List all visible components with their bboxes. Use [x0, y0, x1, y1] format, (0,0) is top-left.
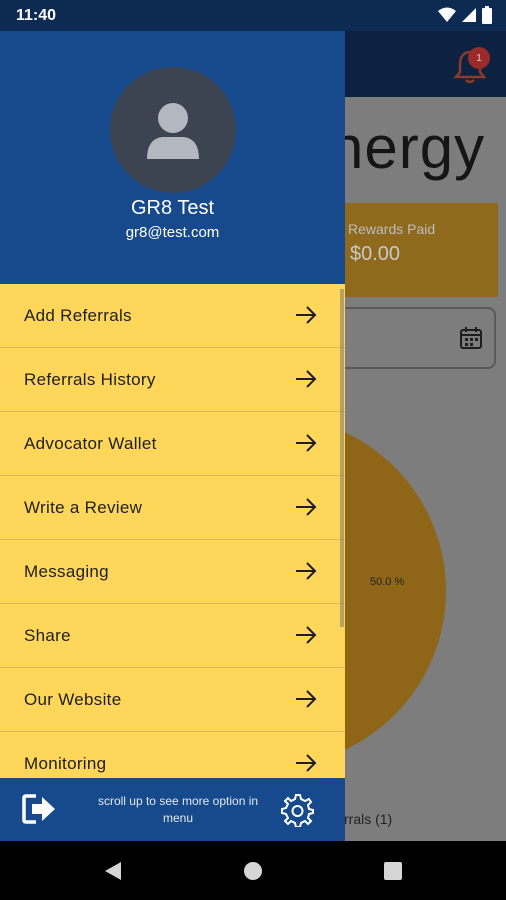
menu-item-label: Messaging	[24, 561, 109, 581]
user-email: gr8@test.com	[125, 224, 220, 241]
drawer-footer: scroll up to see more option in menu	[0, 778, 345, 841]
arrow-right-icon	[296, 690, 317, 708]
system-nav-bar	[0, 841, 506, 900]
menu-item-our-website[interactable]: Our Website	[0, 668, 345, 732]
menu-item-advocator-wallet[interactable]: Advocator Wallet	[0, 412, 345, 476]
scroll-hint: scroll up to see more option in menu	[97, 794, 259, 825]
menu-item-write-review[interactable]: Write a Review	[0, 476, 345, 540]
battery-icon	[482, 6, 492, 24]
menu-scrollbar[interactable]	[340, 289, 344, 627]
recent-apps-icon[interactable]	[384, 862, 402, 880]
calendar-icon[interactable]	[460, 327, 482, 349]
menu-item-label: Monitoring	[24, 753, 107, 773]
rewards-value: $0.00	[350, 243, 401, 265]
menu-item-label: Our Website	[24, 689, 122, 709]
arrow-right-icon	[296, 498, 317, 516]
back-icon[interactable]	[103, 861, 123, 881]
home-icon[interactable]	[244, 862, 262, 880]
arrow-right-icon	[296, 434, 317, 452]
arrow-right-icon	[296, 562, 317, 580]
chart-legend: rrals (1)	[344, 811, 393, 827]
menu-item-add-referrals[interactable]: Add Referrals	[0, 284, 345, 348]
notification-bell[interactable]: 1	[454, 45, 490, 85]
rewards-label: Rewards Paid	[348, 221, 436, 237]
drawer-header: GR8 Test gr8@test.com	[0, 31, 345, 284]
background-title: nergy	[330, 114, 486, 181]
logout-icon[interactable]	[22, 793, 58, 825]
notification-badge: 1	[468, 47, 490, 69]
gear-icon[interactable]	[280, 793, 314, 827]
user-icon	[147, 103, 199, 159]
menu-item-share[interactable]: Share	[0, 604, 345, 668]
menu-item-label: Write a Review	[24, 497, 143, 517]
drawer-menu: Add Referrals Referrals History Advocato…	[0, 284, 345, 796]
status-bar: 11:40	[0, 0, 506, 31]
menu-item-label: Add Referrals	[24, 305, 132, 325]
avatar[interactable]	[110, 67, 236, 193]
arrow-right-icon	[296, 370, 317, 388]
arrow-right-icon	[296, 626, 317, 644]
status-time: 11:40	[16, 6, 57, 24]
menu-item-label: Share	[24, 625, 71, 645]
signal-icon	[462, 8, 476, 22]
menu-item-messaging[interactable]: Messaging	[0, 540, 345, 604]
menu-item-label: Referrals History	[24, 369, 156, 389]
date-field[interactable]	[334, 307, 496, 369]
wifi-icon	[438, 7, 456, 22]
pie-percent-label: 50.0 %	[370, 576, 405, 588]
rewards-card: Rewards Paid $0.00	[334, 203, 498, 297]
arrow-right-icon	[296, 306, 317, 324]
navigation-drawer: GR8 Test gr8@test.com Add Referrals Refe…	[0, 31, 345, 841]
user-name: GR8 Test	[131, 197, 214, 219]
arrow-right-icon	[296, 754, 317, 772]
status-icons	[438, 6, 492, 24]
menu-item-referrals-history[interactable]: Referrals History	[0, 348, 345, 412]
menu-item-label: Advocator Wallet	[24, 433, 157, 453]
